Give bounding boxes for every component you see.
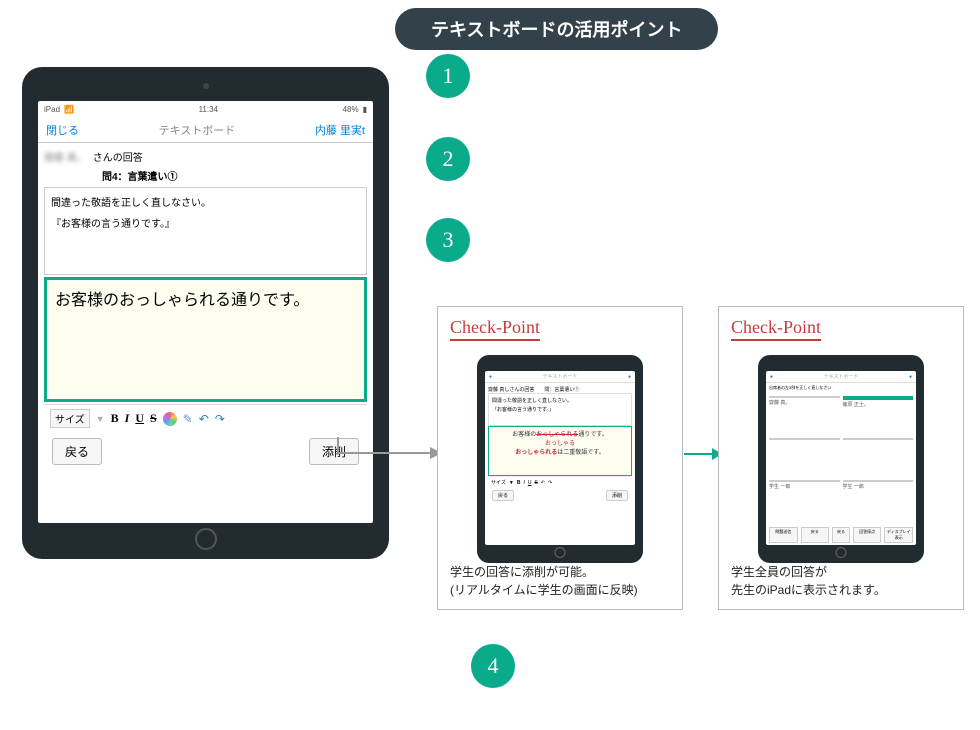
chevron-down-icon[interactable]: ▼ bbox=[96, 414, 105, 424]
arrow-main-to-cp1 bbox=[338, 435, 448, 480]
cp1-description: 学生の回答に添削が可能。 (リアルタイムに学生の画面に反映) bbox=[450, 563, 670, 599]
battery-pct: 48% bbox=[343, 105, 359, 114]
size-select[interactable]: サイズ bbox=[50, 409, 90, 428]
mini-nav-1: ● テキストボード ● bbox=[485, 371, 635, 383]
italic-button[interactable]: I bbox=[125, 411, 130, 426]
grid-cell: 学生 一郎 bbox=[769, 480, 840, 519]
mini2-bottom-bar: 問題送信 戻る 戻る 回答採点 ディスプレイ表示 bbox=[766, 525, 916, 545]
step-2-badge: 2 bbox=[426, 137, 470, 181]
ipad-home-button[interactable] bbox=[195, 528, 217, 550]
mini2-btn: 戻る bbox=[801, 527, 830, 543]
checkpoint-card-2: Check-Point ● テキストボード ● 出席者の左3例を正しく直しなさい… bbox=[718, 306, 964, 610]
mini-a-post: 通りです。 bbox=[578, 432, 607, 438]
grid-cell: 齋藤 真。 bbox=[769, 396, 840, 435]
mini-home-button bbox=[836, 547, 847, 558]
mini2-btn: 戻る bbox=[832, 527, 850, 543]
mini-nav-title: テキストボード bbox=[543, 373, 578, 380]
battery-icon: ▮ bbox=[363, 105, 367, 114]
color-palette-icon[interactable] bbox=[163, 412, 177, 426]
mini-q1: 間違った敬語を正しく直しなさい。 bbox=[492, 397, 628, 404]
answer-textarea[interactable]: お客様のおっしゃられる通りです。 bbox=[44, 277, 367, 402]
page-title-pill: テキストボードの活用ポイント bbox=[395, 8, 718, 50]
ipad-main-frame: iPad 📶 11:34 48% ▮ 閉じる テキストボード 内藤 里実t 齋藤… bbox=[22, 67, 389, 559]
mini-q2: 『お客様の言う通りです。』 bbox=[492, 406, 628, 413]
mini-annotate-button: 添削 bbox=[606, 490, 628, 501]
mini-question-box: 間違った敬語を正しく直しなさい。 『お客様の言う通りです。』 bbox=[488, 393, 632, 426]
answer-text: お客様のおっしゃられる通りです。 bbox=[55, 292, 309, 309]
mini-back-button: 戻る bbox=[492, 490, 514, 501]
nav-username[interactable]: 内藤 里実t bbox=[315, 122, 365, 138]
strike-button[interactable]: S bbox=[150, 411, 157, 426]
mini-right: ● bbox=[628, 374, 631, 380]
mini-toolbar: サイズ▼ BIUS ↶↷ bbox=[488, 476, 632, 488]
status-time: 11:34 bbox=[199, 105, 218, 114]
answers-grid: 齋藤 真。 篠原 正士。 学生 一郎 学生 一郎 bbox=[766, 393, 916, 525]
nav-bar: 閉じる テキストボード 内藤 里実t bbox=[38, 117, 373, 143]
redo-icon[interactable]: ↷ bbox=[215, 412, 225, 426]
carrier-label: iPad bbox=[44, 105, 60, 114]
nav-title: テキストボード bbox=[159, 122, 236, 138]
grid-cell: 学生 一郎 bbox=[843, 480, 914, 519]
answerer-suffix: さんの回答 bbox=[93, 149, 143, 164]
underline-button[interactable]: U bbox=[135, 411, 144, 426]
grid-cell: 篠原 正士。 bbox=[843, 396, 914, 435]
wifi-icon: 📶 bbox=[64, 105, 74, 114]
step-4-badge: 4 bbox=[471, 644, 515, 688]
bold-button[interactable]: B bbox=[111, 411, 119, 426]
mini-screen-2: ● テキストボード ● 出席者の左3例を正しく直しなさい 齋藤 真。 篠原 正士… bbox=[766, 371, 916, 545]
mini2-btn: 問題送信 bbox=[769, 527, 798, 543]
main-content: 齋藤 真。 さんの回答 問4：言葉遣い① 間違った敬語を正しく直しなさい。 『お… bbox=[38, 143, 373, 523]
answerer-name: 齋藤 真。 bbox=[44, 149, 87, 164]
status-bar: iPad 📶 11:34 48% ▮ bbox=[38, 101, 373, 117]
step-1-badge: 1 bbox=[426, 54, 470, 98]
mini2-btn: ディスプレイ表示 bbox=[884, 527, 913, 543]
mini2-title: テキストボード bbox=[824, 373, 859, 380]
undo-icon[interactable]: ↶ bbox=[199, 412, 209, 426]
grid-cell bbox=[769, 438, 840, 477]
mini-ipad-2: ● テキストボード ● 出席者の左3例を正しく直しなさい 齋藤 真。 篠原 正士… bbox=[758, 355, 924, 563]
mini-ipad-1: ● テキストボード ● 齋藤 真しさんの回答 問：言葉遣い① 間違った敬語を正し… bbox=[477, 355, 643, 563]
mini-answer-box: お客様のおっしゃられる通りです。 おっしゃる おっしゃられるは二重敬語です。 bbox=[488, 426, 632, 476]
mini2-subtitle: 出席者の左3例を正しく直しなさい bbox=[766, 383, 916, 393]
mini-answerer: 齋藤 真しさんの回答 問：言葉遣い① bbox=[488, 386, 632, 393]
close-button[interactable]: 閉じる bbox=[46, 122, 79, 138]
back-button[interactable]: 戻る bbox=[52, 438, 102, 465]
mini-correction-1: おっしゃる bbox=[492, 438, 628, 447]
mini2-btn: 回答採点 bbox=[853, 527, 882, 543]
bottom-buttons: 戻る 添削 bbox=[44, 432, 367, 469]
ipad-screen: iPad 📶 11:34 48% ▮ 閉じる テキストボード 内藤 里実t 齋藤… bbox=[38, 101, 373, 523]
mini-nav-2: ● テキストボード ● bbox=[766, 371, 916, 383]
format-toolbar: サイズ ▼ B I U S ✎ ↶ ↷ bbox=[44, 404, 367, 430]
ipad-camera-dot bbox=[203, 83, 209, 89]
checkpoint-title: Check-Point bbox=[450, 317, 540, 341]
question-line-2: 『お客様の言う通りです。』 bbox=[51, 215, 360, 230]
checkpoint-card-1: Check-Point ● テキストボード ● 齋藤 真しさんの回答 問：言葉遣… bbox=[437, 306, 683, 610]
mini-correction-2: おっしゃられるは二重敬語です。 bbox=[492, 447, 628, 456]
question-box: 間違った敬語を正しく直しなさい。 『お客様の言う通りです。』 bbox=[44, 187, 367, 275]
answerer-row: 齋藤 真。 さんの回答 bbox=[44, 149, 367, 164]
grid-cell bbox=[843, 438, 914, 477]
mini-a-pre: お客様の bbox=[512, 432, 536, 438]
mini-close: ● bbox=[489, 374, 492, 380]
mini-home-button bbox=[555, 547, 566, 558]
question-title: 問4：言葉遣い① bbox=[102, 168, 367, 183]
cp2-description: 学生全員の回答が 先生のiPadに表示されます。 bbox=[731, 563, 951, 599]
checkpoint-title: Check-Point bbox=[731, 317, 821, 341]
brush-icon[interactable]: ✎ bbox=[183, 412, 193, 426]
mini-screen-1: ● テキストボード ● 齋藤 真しさんの回答 問：言葉遣い① 間違った敬語を正し… bbox=[485, 371, 635, 545]
step-3-badge: 3 bbox=[426, 218, 470, 262]
question-line-1: 間違った敬語を正しく直しなさい。 bbox=[51, 194, 360, 209]
